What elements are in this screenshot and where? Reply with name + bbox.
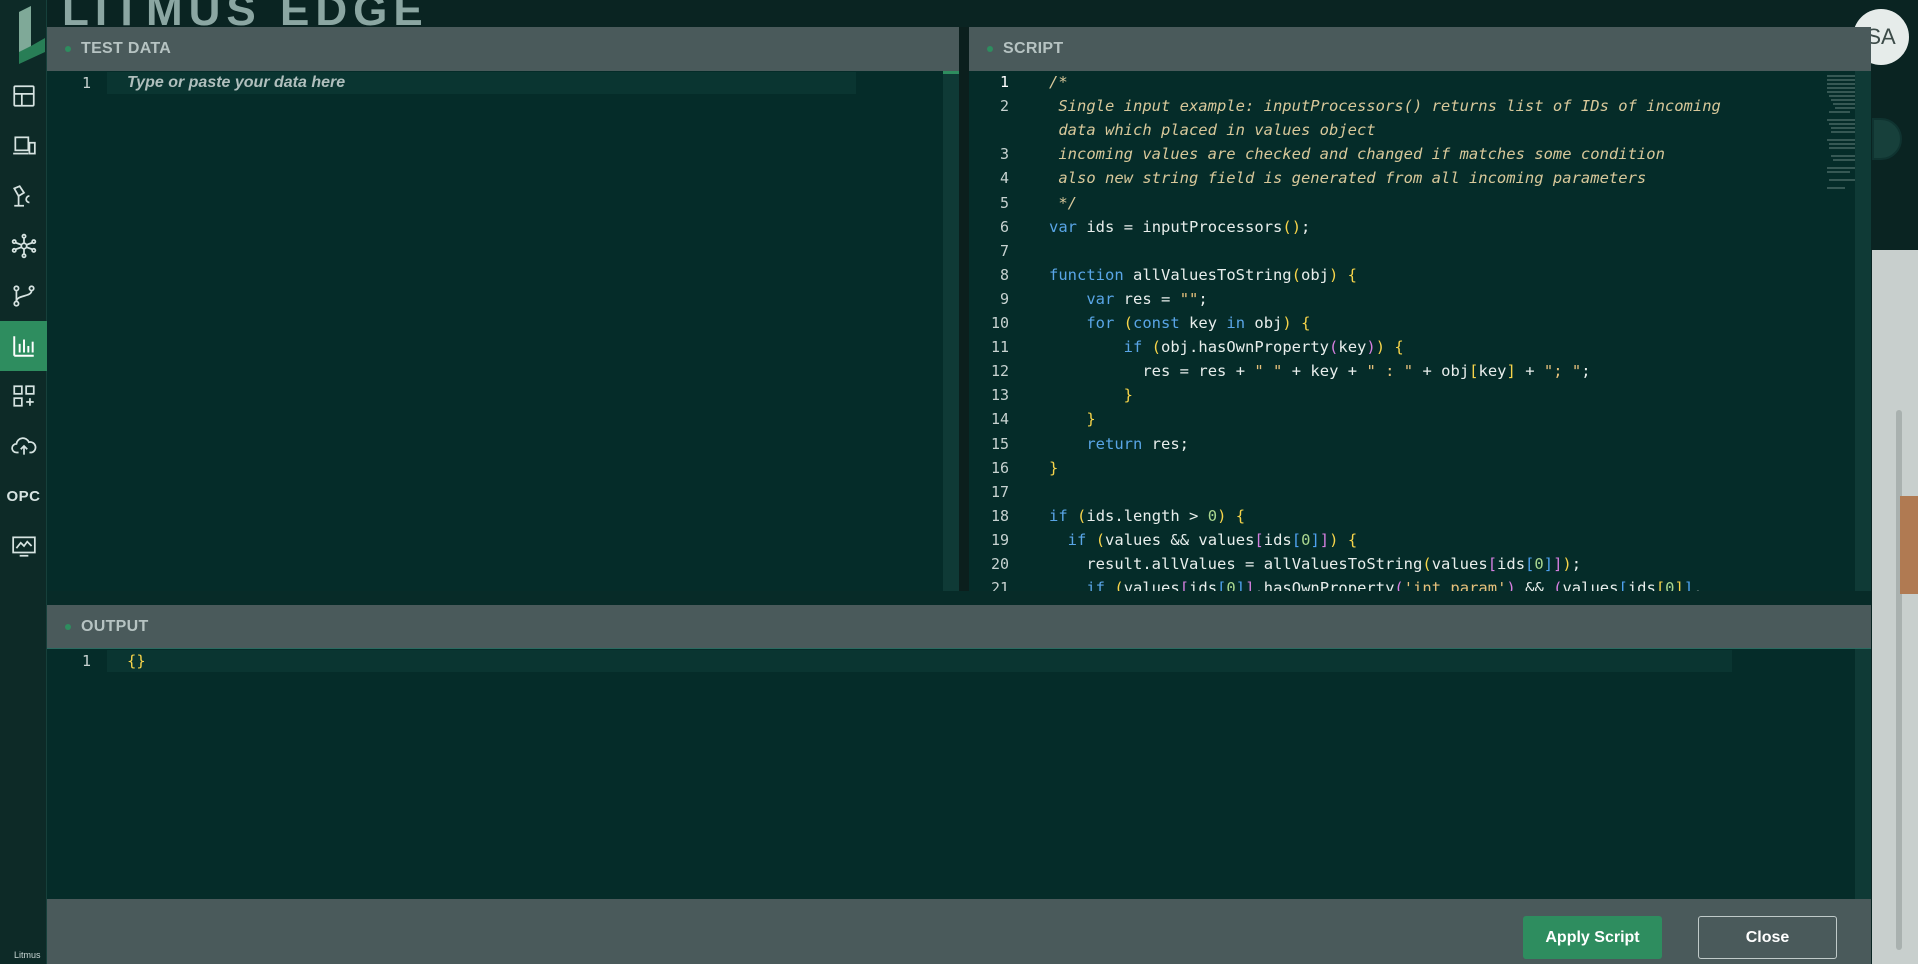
script-code-line: var ids = inputProcessors(); <box>1049 217 1311 236</box>
script-code-line: if (ids.length > 0) { <box>1049 506 1246 525</box>
script-line-number: 21 <box>990 579 1009 591</box>
sidebar: OPC Litmus <box>0 0 47 964</box>
cloud-icon <box>10 437 36 455</box>
script-line-number: 19 <box>990 530 1009 549</box>
script-line-number: 18 <box>990 506 1009 525</box>
script-line-number: 11 <box>990 338 1009 357</box>
sidebar-item-flows[interactable] <box>0 271 47 321</box>
sidebar-item-dashboard[interactable] <box>0 71 47 121</box>
app-root: LITMUS EDGE SA OPC Litmus TEST DATA 1 Ty… <box>0 0 1918 964</box>
sidebar-nav: OPC <box>0 71 47 571</box>
script-code-line: if (obj.hasOwnProperty(key)) { <box>1123 338 1404 357</box>
script-editor-dialog: TEST DATA 1 Type or paste your data here… <box>47 27 1871 964</box>
background-card <box>1900 496 1918 594</box>
script-code-line: incoming values are checked and changed … <box>1049 145 1665 164</box>
script-title: SCRIPT <box>1003 40 1064 57</box>
script-code-line: /* <box>1049 73 1068 91</box>
script-line-number: 5 <box>999 193 1009 212</box>
script-code-line: if (values && values[ids[0]]) { <box>1067 530 1358 549</box>
script-code-line: res = res + " " + key + " : " + obj[key]… <box>1142 362 1591 381</box>
sidebar-item-applications[interactable] <box>0 371 47 421</box>
script-code-line: } <box>1123 386 1133 405</box>
close-button[interactable]: Close <box>1698 916 1837 959</box>
script-code-line: also new string field is generated from … <box>1049 169 1647 188</box>
test-data-editor[interactable]: 1 Type or paste your data here <box>47 71 959 591</box>
apply-script-button[interactable]: Apply Script <box>1523 916 1662 959</box>
background-content <box>1872 70 1918 964</box>
sidebar-item-integration[interactable] <box>0 221 47 271</box>
script-line-number: 8 <box>999 265 1009 284</box>
dialog-footer: Apply Script Close <box>47 899 1871 964</box>
script-line-number: 16 <box>990 458 1009 477</box>
script-code-line: result.allValues = allValuesToString(val… <box>1086 555 1582 573</box>
integration-icon <box>11 233 36 259</box>
test-data-title: TEST DATA <box>81 40 172 57</box>
output-header: OUTPUT <box>47 605 1871 649</box>
output-value: {} <box>127 652 146 670</box>
devices-icon <box>12 136 36 155</box>
tag-icon <box>12 185 30 207</box>
opc-icon: OPC <box>6 487 41 505</box>
script-code-line: } <box>1049 458 1059 477</box>
monitor-icon <box>11 536 36 557</box>
sidebar-footer: Litmus <box>14 950 41 960</box>
script-line-number: 20 <box>990 555 1009 573</box>
script-code-line: for (const key in obj) { <box>1086 314 1311 332</box>
test-data-line-number: 1 <box>81 74 91 92</box>
script-line-number: 10 <box>990 314 1009 332</box>
sidebar-item-opc[interactable]: OPC <box>0 471 47 521</box>
background-scrollbar <box>1896 410 1902 950</box>
panel-splitter[interactable] <box>959 27 969 591</box>
script-code-line: } <box>1086 410 1096 429</box>
script-line-number: 14 <box>990 410 1009 429</box>
sidebar-item-tags[interactable] <box>0 171 47 221</box>
script-line-number: 4 <box>999 169 1009 188</box>
script-code-line: if (values[ids[0]].hasOwnProperty('int_p… <box>1086 579 1703 591</box>
script-line-number: 13 <box>990 386 1009 405</box>
script-code-line: */ <box>1049 193 1077 212</box>
script-indicator-icon <box>987 46 993 52</box>
output-indicator-icon <box>65 623 71 630</box>
script-line-number: 1 <box>999 73 1009 91</box>
output-line-number: 1 <box>81 652 91 670</box>
test-data-header: TEST DATA <box>47 27 959 71</box>
output-scrollbar[interactable] <box>1855 649 1871 899</box>
test-data-indicator-icon <box>65 46 71 52</box>
sidebar-item-cloud[interactable] <box>0 421 47 471</box>
script-code-line: Single input example: inputProcessors() … <box>1049 97 1721 116</box>
dashboard-icon <box>12 85 35 107</box>
script-code-line: function allValuesToString(obj) { <box>1049 265 1358 284</box>
script-code-line: var res = ""; <box>1086 289 1208 308</box>
litmus-logo-icon[interactable] <box>17 6 47 64</box>
sidebar-item-monitor[interactable] <box>0 521 47 571</box>
output-title: OUTPUT <box>81 617 149 635</box>
script-line-number: 2 <box>999 97 1009 116</box>
script-line-number: 17 <box>990 482 1009 501</box>
script-code-line: data which placed in values object <box>1049 121 1376 140</box>
flows-icon <box>12 285 35 307</box>
test-data-placeholder: Type or paste your data here <box>127 74 346 91</box>
sidebar-item-analytics[interactable] <box>0 321 47 371</box>
script-line-number: 3 <box>999 145 1009 164</box>
script-line-number: 12 <box>990 362 1009 381</box>
script-line-number: 9 <box>999 289 1009 308</box>
output-editor[interactable]: 1 {} <box>47 649 1871 899</box>
script-header: SCRIPT <box>969 27 1871 71</box>
script-scrollbar[interactable] <box>1855 71 1871 591</box>
analytics-icon <box>12 336 34 357</box>
test-data-scrollbar[interactable] <box>943 71 959 591</box>
script-code-line: return res; <box>1086 434 1190 453</box>
script-editor[interactable]: 1 2 3 4 5 6 7 8 9 10 11 12 13 14 15 16 17 18 19 20 21 /* Sin… <box>969 71 1871 591</box>
script-line-number: 15 <box>990 434 1009 453</box>
sidebar-item-devices[interactable] <box>0 121 47 171</box>
script-line-number: 7 <box>999 241 1009 260</box>
script-line-number: 6 <box>999 217 1009 236</box>
applications-icon <box>12 385 35 407</box>
